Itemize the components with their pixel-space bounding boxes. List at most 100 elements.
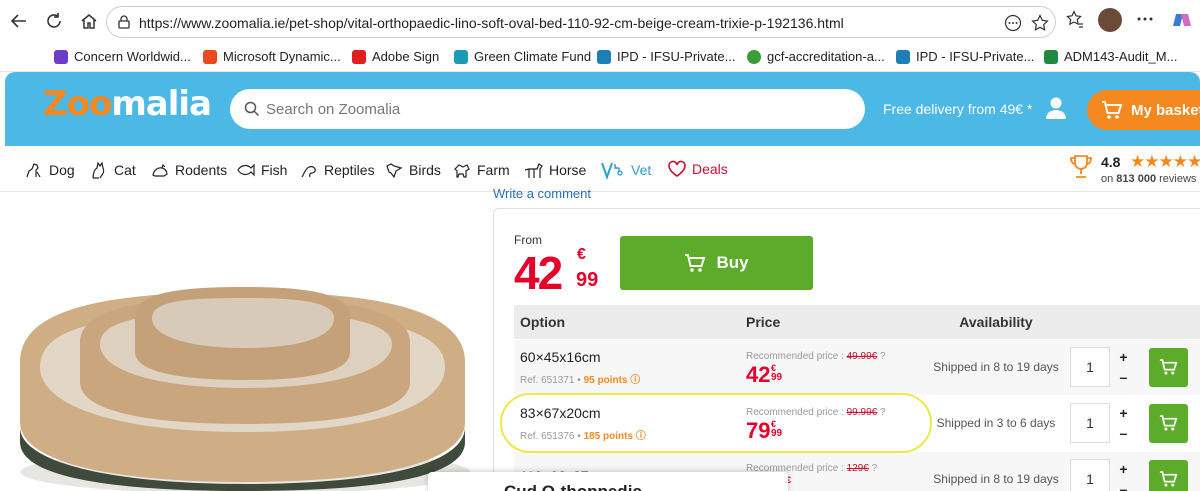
bookmark-favicon-icon xyxy=(454,49,468,64)
bookmark-item[interactable]: IPD - IFSU-Private... xyxy=(896,49,1034,64)
table-header-row: Option Price Availability xyxy=(514,305,1200,339)
quantity-stepper: + – xyxy=(1114,459,1132,491)
quantity-stepper: + – xyxy=(1114,347,1132,387)
nav-item-rodents[interactable]: Rodents xyxy=(150,160,227,180)
more-options-icon[interactable] xyxy=(1004,14,1022,37)
decrement-button[interactable]: – xyxy=(1114,479,1132,491)
back-icon[interactable] xyxy=(8,10,30,32)
popup-title: Cud O-thoppedic xyxy=(504,482,642,491)
add-to-cart-button[interactable] xyxy=(1148,347,1188,387)
reptile-icon xyxy=(301,166,316,178)
decrement-button[interactable]: – xyxy=(1114,423,1132,443)
vet-icon xyxy=(601,162,623,180)
help-icon[interactable]: ? xyxy=(880,407,886,418)
my-basket-button[interactable]: My basket xyxy=(1087,90,1200,130)
nav-label: Fish xyxy=(261,162,288,178)
reviews-prefix: on xyxy=(1101,173,1117,185)
search-icon xyxy=(244,101,260,117)
fish-icon xyxy=(237,163,255,177)
increment-button[interactable]: + xyxy=(1114,459,1132,479)
add-to-cart-button[interactable] xyxy=(1148,459,1188,491)
dog-icon xyxy=(26,163,41,178)
rec-label: Recommended price : xyxy=(746,350,847,362)
bookmark-favicon-icon xyxy=(54,49,68,64)
nav-item-horse[interactable]: Horse xyxy=(522,160,586,180)
nav-item-dog[interactable]: Dog xyxy=(24,160,75,180)
bookmarks-bar: Concern Worldwid... Microsoft Dynamic...… xyxy=(0,42,1200,72)
price-cents: 99 xyxy=(576,269,599,291)
bookmark-item[interactable]: Adobe Sign xyxy=(352,49,439,64)
bookmark-item[interactable]: IPD - IFSU-Private... xyxy=(597,49,735,64)
nav-label: Rodents xyxy=(175,162,228,178)
bookmark-item[interactable]: Green Climate Fund xyxy=(454,49,591,64)
favorites-icon[interactable] xyxy=(1066,10,1084,33)
info-icon[interactable]: ⓘ xyxy=(630,375,640,386)
lock-icon[interactable] xyxy=(117,15,131,34)
quantity-input[interactable]: 1 xyxy=(1070,347,1110,387)
refresh-icon[interactable] xyxy=(43,10,65,32)
favorite-star-icon[interactable] xyxy=(1031,14,1049,37)
search-input[interactable] xyxy=(266,98,826,120)
bookmark-label: IPD - IFSU-Private... xyxy=(916,49,1035,64)
nav-item-fish[interactable]: Fish xyxy=(236,160,287,180)
nav-label: Horse xyxy=(549,162,587,178)
product-image[interactable] xyxy=(0,192,490,491)
nav-item-birds[interactable]: Birds xyxy=(384,160,441,180)
oval-bed-image xyxy=(20,287,470,491)
bookmark-label: IPD - IFSU-Private... xyxy=(617,49,736,64)
basket-label: My basket xyxy=(1131,101,1200,119)
nav-item-vet[interactable]: Vet xyxy=(600,160,651,180)
info-icon[interactable]: ⓘ xyxy=(636,431,646,442)
browser-toolbar: https://www.zoomalia.ie/pet-shop/vital-o… xyxy=(0,0,1200,42)
nav-item-cat[interactable]: Cat xyxy=(89,160,136,180)
option-cell: 83×67x20cm Ref. 651376 • 185 points ⓘ xyxy=(514,394,746,451)
user-account-icon[interactable] xyxy=(1045,96,1067,125)
add-to-cart-button[interactable] xyxy=(1148,403,1188,443)
row-price: 79 €99 xyxy=(746,417,922,443)
farm-icon xyxy=(454,164,470,178)
price-cell: Recommended price : 49.99€ ? 42 €99 xyxy=(746,338,922,395)
bookmark-favicon-icon xyxy=(203,49,217,64)
copilot-icon[interactable] xyxy=(1172,10,1192,35)
bookmark-item[interactable]: Concern Worldwid... xyxy=(54,49,191,64)
help-icon[interactable]: ? xyxy=(880,351,886,362)
nav-label: Vet xyxy=(631,162,652,178)
table-row: 83×67x20cm Ref. 651376 • 185 points ⓘ Re… xyxy=(514,394,1200,451)
product-price: 42 € 99 xyxy=(514,246,598,300)
profile-avatar[interactable] xyxy=(1098,8,1122,32)
decrement-button[interactable]: – xyxy=(1114,367,1132,387)
options-table: Option Price Availability 60×45x16cm Ref… xyxy=(514,305,1200,491)
quantity-stepper: + – xyxy=(1114,403,1132,443)
buy-button[interactable]: Buy xyxy=(620,236,813,290)
zoomalia-logo[interactable]: Zoomalia xyxy=(43,84,212,124)
menu-dots-icon[interactable] xyxy=(1136,10,1154,33)
bookmark-label: Adobe Sign xyxy=(372,49,440,64)
nav-item-deals[interactable]: Deals xyxy=(667,160,728,178)
increment-button[interactable]: + xyxy=(1114,403,1132,423)
ref-number: Ref. 651376 xyxy=(520,430,575,442)
help-icon[interactable]: ? xyxy=(872,463,878,474)
search-bar[interactable] xyxy=(230,89,865,129)
url-text[interactable]: https://www.zoomalia.ie/pet-shop/vital-o… xyxy=(139,15,844,31)
loyalty-points: 185 points xyxy=(583,430,634,442)
nav-item-farm[interactable]: Farm xyxy=(452,160,510,180)
bird-icon xyxy=(386,163,403,179)
price-integer: 79 xyxy=(746,417,771,443)
site-rating[interactable]: 4.8 ★★★★★ on 813 000 reviews xyxy=(1068,152,1200,185)
bookmark-item[interactable]: gcf-accreditation-a... xyxy=(747,49,885,64)
ref-number: Ref. 651371 xyxy=(520,374,575,386)
nav-label: Cat xyxy=(114,162,136,178)
nav-item-reptiles[interactable]: Reptiles xyxy=(299,160,375,180)
quantity-input[interactable]: 1 xyxy=(1070,403,1110,443)
write-comment-link[interactable]: Write a comment xyxy=(493,186,591,201)
reviews-count: on 813 000 reviews xyxy=(1101,173,1196,185)
quantity-input[interactable]: 1 xyxy=(1070,459,1110,491)
rec-price: 99.99€ xyxy=(846,406,878,418)
bookmark-item[interactable]: ADM143-Audit_M... xyxy=(1044,49,1177,64)
logo-part-a: Zoo xyxy=(43,84,112,124)
home-icon[interactable] xyxy=(78,10,100,32)
increment-button[interactable]: + xyxy=(1114,347,1132,367)
bookmark-item[interactable]: Microsoft Dynamic... xyxy=(203,49,341,64)
bookmark-label: Microsoft Dynamic... xyxy=(223,49,341,64)
address-bar[interactable]: https://www.zoomalia.ie/pet-shop/vital-o… xyxy=(106,6,1056,38)
